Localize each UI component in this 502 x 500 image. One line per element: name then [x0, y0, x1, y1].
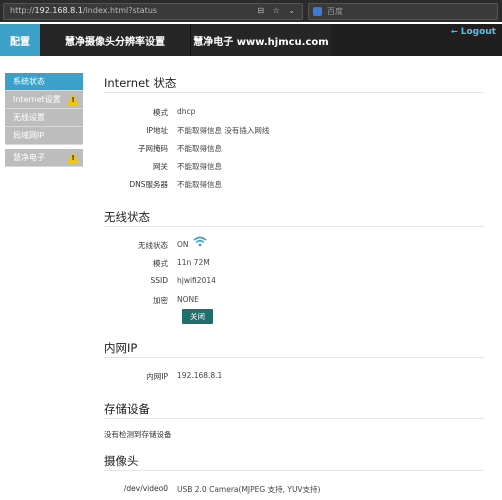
wireless-ssid-value: hjwifi2014: [177, 276, 216, 285]
logout-link[interactable]: ← Logout: [451, 27, 496, 37]
wireless-ssid-label: SSID: [150, 276, 168, 285]
sidebar: 系统状态 Internet设置 无线设置 局域网IP 慧净电子: [5, 73, 83, 167]
lan-ip-label: 内网IP: [146, 372, 168, 381]
top-nav: 配置 慧净摄像头分辨率设置 慧净电子 www.hjmcu.com ← Logout: [0, 24, 502, 56]
search-engine-icon: [313, 7, 322, 16]
sidebar-item-hjmcu[interactable]: 慧净电子: [5, 149, 83, 167]
logout-label: Logout: [460, 27, 496, 37]
internet-section-title: Internet 状态: [104, 76, 177, 90]
internet-mode-value: dhcp: [177, 107, 196, 116]
section-divider: [104, 418, 484, 419]
internet-netmask-label: 子网掩码: [138, 144, 168, 153]
url-text: http://192.168.8.1/index.html?status: [10, 6, 158, 15]
wireless-mode-value: 11n 72M: [177, 258, 210, 267]
wireless-status-value: ON: [177, 240, 189, 249]
sidebar-item-label: 无线设置: [13, 113, 45, 122]
wireless-encryption-label: 加密: [153, 296, 168, 305]
sidebar-item-wireless[interactable]: 无线设置: [5, 109, 83, 127]
nav-config-tab[interactable]: 配置: [0, 24, 40, 56]
camera-section-title: 摄像头: [104, 454, 139, 468]
nav-site-tab[interactable]: 慧净电子 www.hjmcu.com: [191, 24, 331, 56]
wireless-mode-label: 模式: [153, 259, 168, 268]
section-divider: [104, 226, 484, 227]
section-divider: [104, 470, 484, 471]
camera-device-value: USB 2.0 Camera(MJPEG 支持, YUV支持): [177, 485, 321, 494]
storage-status-text: 没有检测到存储设备: [104, 430, 172, 439]
logout-arrow-icon: ←: [451, 27, 458, 36]
internet-netmask-value: 不能取得信息: [177, 144, 222, 153]
internet-mode-label: 模式: [153, 108, 168, 117]
section-divider: [104, 92, 484, 93]
sidebar-item-label: 系统状态: [13, 77, 45, 86]
nav-title-tab[interactable]: 慧净摄像头分辨率设置: [40, 24, 191, 56]
internet-gateway-value: 不能取得信息: [177, 162, 222, 171]
browser-toolbar: http://192.168.8.1/index.html?status ⊟ ☆…: [0, 0, 502, 22]
wireless-status-label: 无线状态: [138, 241, 168, 250]
sidebar-item-lan[interactable]: 局域网IP: [5, 127, 83, 145]
lan-section-title: 内网IP: [104, 341, 138, 355]
sidebar-item-internet[interactable]: Internet设置: [5, 91, 83, 109]
sidebar-item-label: Internet设置: [13, 95, 61, 104]
warning-icon: [67, 94, 79, 105]
wireless-close-button[interactable]: 关闭: [182, 309, 213, 324]
internet-dns-label: DNS服务器: [129, 180, 168, 189]
warning-icon: [67, 152, 79, 163]
sidebar-item-status[interactable]: 系统状态: [5, 73, 83, 91]
sidebar-item-label: 局域网IP: [13, 131, 45, 140]
address-bar[interactable]: http://192.168.8.1/index.html?status ⊟ ☆…: [3, 3, 303, 20]
address-bar-icons[interactable]: ⊟ ☆ ⌄: [257, 6, 298, 15]
internet-ip-label: IP地址: [146, 126, 168, 135]
internet-ip-value: 不能取得信息 没有插入网线: [177, 126, 270, 135]
search-input[interactable]: 百度: [308, 3, 498, 20]
wireless-encryption-value: NONE: [177, 295, 199, 304]
camera-device-label: /dev/video0: [123, 484, 168, 493]
internet-dns-value: 不能取得信息: [177, 180, 222, 189]
search-placeholder: 百度: [327, 7, 343, 16]
wifi-icon: [193, 236, 207, 247]
sidebar-item-label: 慧净电子: [13, 153, 45, 162]
section-divider: [104, 357, 484, 358]
lan-ip-value: 192.168.8.1: [177, 371, 223, 380]
wireless-section-title: 无线状态: [104, 210, 150, 224]
storage-section-title: 存储设备: [104, 402, 150, 416]
internet-gateway-label: 网关: [153, 162, 168, 171]
